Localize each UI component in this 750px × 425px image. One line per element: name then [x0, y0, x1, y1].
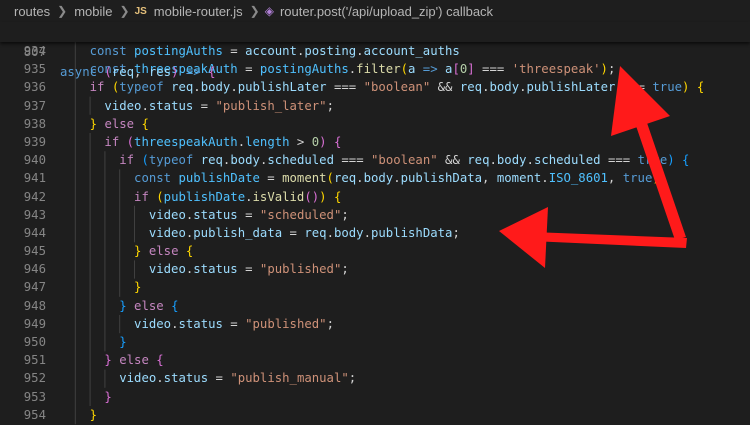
red-arrow-up	[611, 66, 686, 240]
annotation-arrows	[499, 66, 687, 268]
red-arrow-left	[499, 207, 687, 268]
